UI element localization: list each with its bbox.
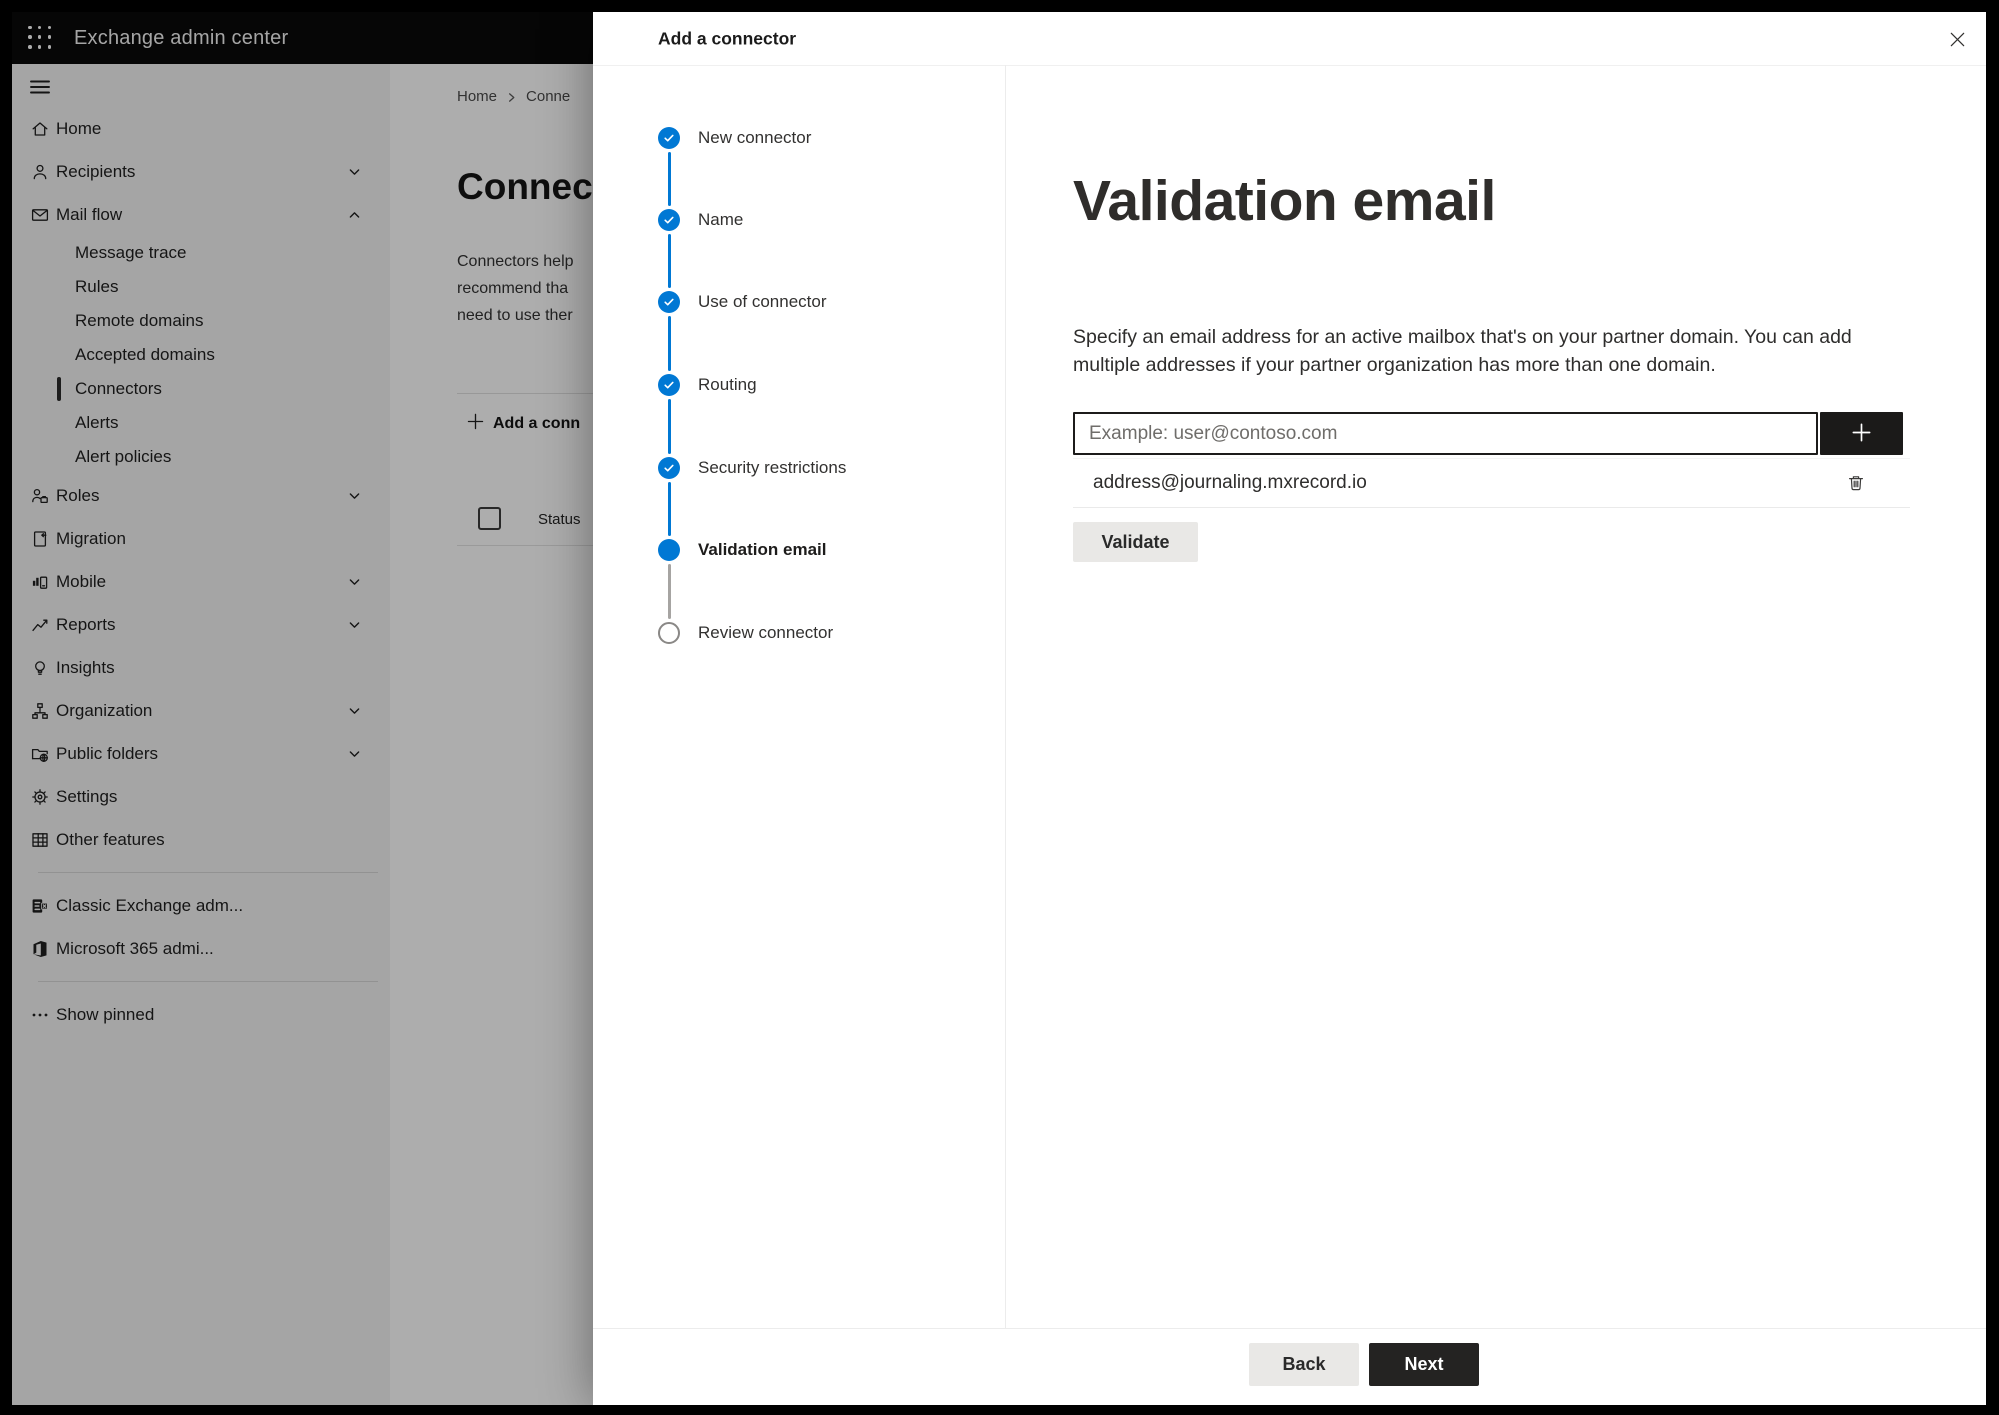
check-icon bbox=[662, 378, 676, 392]
check-icon bbox=[662, 295, 676, 309]
step-label-new-connector[interactable]: New connector bbox=[698, 126, 811, 150]
email-address-row: address@journaling.mxrecord.io bbox=[1073, 458, 1910, 508]
step-circle-new-connector[interactable] bbox=[658, 127, 680, 149]
trash-icon bbox=[1846, 473, 1866, 493]
step-connector-line bbox=[667, 152, 671, 206]
step-label-name[interactable]: Name bbox=[698, 208, 743, 232]
step-connector-line bbox=[667, 564, 671, 619]
step-connector-line bbox=[667, 316, 671, 371]
dialog-title: Add a connector bbox=[658, 28, 797, 48]
step-label-review-connector[interactable]: Review connector bbox=[698, 621, 833, 645]
validate-button[interactable]: Validate bbox=[1073, 522, 1198, 562]
step-heading: Validation email bbox=[1073, 169, 1496, 233]
exchange-admin-center-app: Exchange admin center Home Recipients Mail… bbox=[12, 12, 1986, 1405]
validation-email-input[interactable] bbox=[1073, 412, 1818, 455]
step-circle-use-of-connector[interactable] bbox=[658, 291, 680, 313]
plus-icon bbox=[1850, 421, 1873, 447]
email-address-value: address@journaling.mxrecord.io bbox=[1093, 472, 1367, 493]
add-connector-dialog: Add a connector New connector Name Use of … bbox=[593, 12, 1986, 1405]
step-description: Specify an email address for an active m… bbox=[1073, 326, 1852, 376]
step-label-routing[interactable]: Routing bbox=[698, 373, 757, 397]
step-circle-routing[interactable] bbox=[658, 374, 680, 396]
step-label-security-restrictions[interactable]: Security restrictions bbox=[698, 456, 846, 480]
step-connector-line bbox=[667, 482, 671, 536]
next-button[interactable]: Next bbox=[1369, 1343, 1479, 1386]
close-icon[interactable] bbox=[1941, 23, 1973, 55]
footer-divider bbox=[593, 1328, 1986, 1329]
back-button[interactable]: Back bbox=[1249, 1343, 1359, 1386]
add-email-button[interactable] bbox=[1820, 412, 1903, 455]
check-icon bbox=[662, 461, 676, 475]
check-icon bbox=[662, 131, 676, 145]
step-circle-name[interactable] bbox=[658, 209, 680, 231]
delete-address-button[interactable] bbox=[1843, 470, 1869, 496]
step-label-use-of-connector[interactable]: Use of connector bbox=[698, 290, 827, 314]
check-icon bbox=[662, 213, 676, 227]
step-circle-review-connector[interactable] bbox=[658, 622, 680, 644]
step-circle-security-restrictions[interactable] bbox=[658, 457, 680, 479]
steps-panel-divider bbox=[1005, 65, 1006, 1328]
dialog-header: Add a connector bbox=[593, 12, 1986, 66]
step-circle-validation-email[interactable] bbox=[658, 539, 680, 561]
step-label-validation-email[interactable]: Validation email bbox=[698, 538, 827, 562]
step-connector-line bbox=[667, 399, 671, 454]
step-connector-line bbox=[667, 234, 671, 288]
